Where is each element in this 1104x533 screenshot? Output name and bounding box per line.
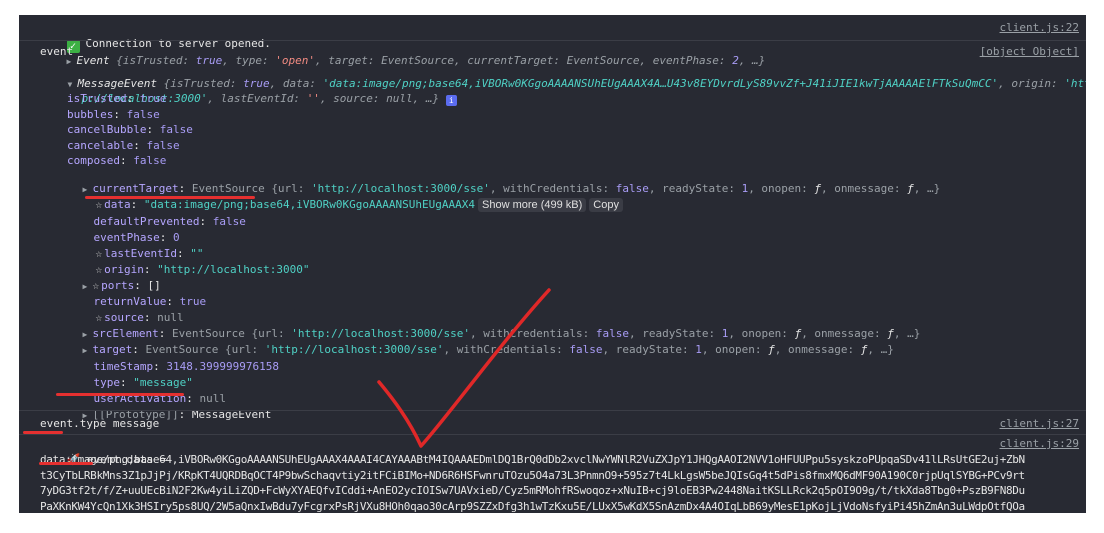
- red-checkmark-icon: [377, 288, 551, 448]
- devtools-console: ✓ Connection to server opened. ▶ Event {is…: [19, 15, 1086, 513]
